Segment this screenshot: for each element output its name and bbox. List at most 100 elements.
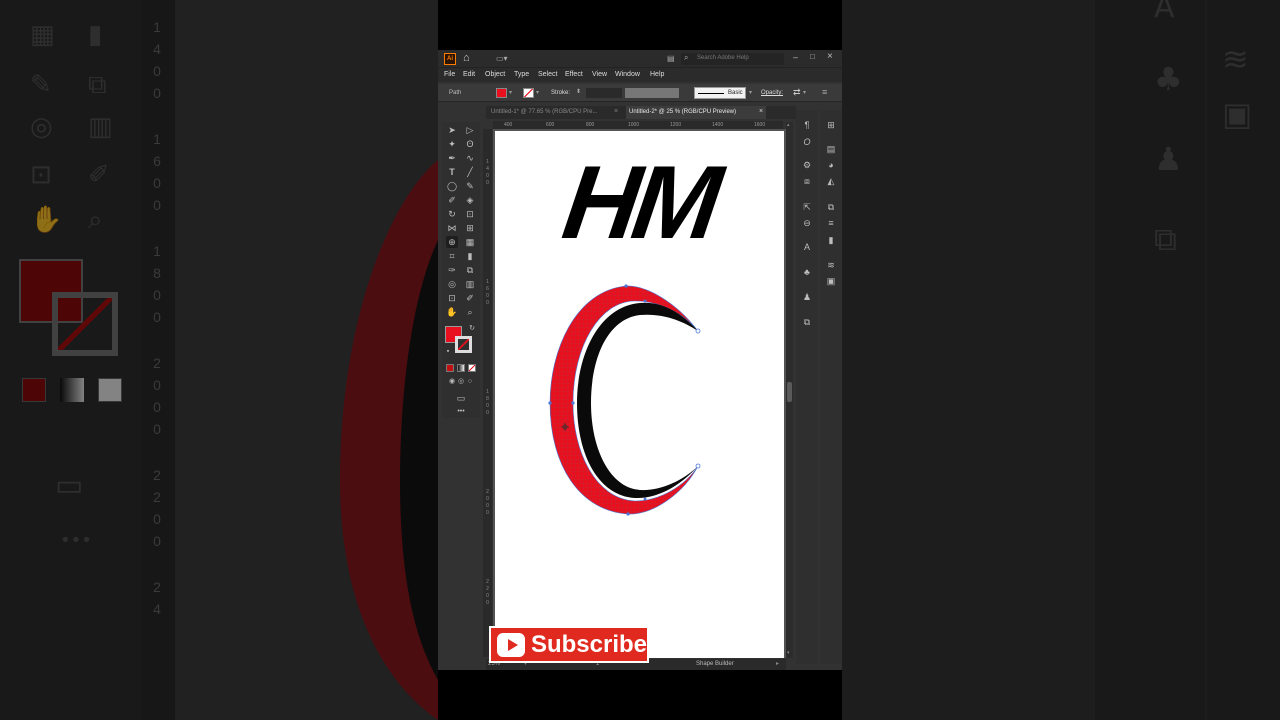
tab-untitled-2[interactable]: Untitled-2* @ 25 % (RGB/CPU Preview) (626, 106, 766, 119)
color-mode-button[interactable] (446, 364, 454, 372)
blend-tool-icon[interactable]: ⧉ (464, 264, 476, 276)
vertical-scrollbar[interactable]: ▴ ▾ (786, 122, 793, 658)
ruler-tick: 0 (486, 300, 489, 306)
variable-width-profile[interactable] (625, 88, 679, 98)
recolor-panel-icon[interactable]: ⚙ (801, 160, 813, 170)
eyedropper-tool-icon[interactable]: ✑ (446, 264, 458, 276)
scroll-down-icon[interactable]: ▾ (787, 650, 790, 656)
swap-colors-icon[interactable]: ↻ (466, 323, 478, 335)
selection-tool-icon[interactable]: ➤ (446, 124, 458, 136)
rotate-tool-icon[interactable]: ↻ (446, 208, 458, 220)
gradient-mode-button[interactable] (457, 364, 465, 372)
maximize-button[interactable]: □ (810, 52, 815, 61)
paintbrush-tool-icon[interactable]: ✎ (464, 180, 476, 192)
menu-window[interactable]: Window (615, 71, 640, 78)
status-menu-icon[interactable]: ▸ (776, 659, 779, 670)
arrange-documents-icon[interactable]: ▤ (667, 54, 675, 63)
magic-wand-tool-icon[interactable]: ✦ (446, 138, 458, 150)
close-button[interactable]: × (827, 51, 833, 62)
minimize-button[interactable]: – (793, 52, 798, 62)
ellipse-tool-icon[interactable]: ◯ (446, 180, 458, 192)
search-box[interactable]: ⌕ Search Adobe Help (681, 53, 784, 65)
curvature-tool-icon[interactable]: ∿ (464, 152, 476, 164)
color-icon[interactable]: ◕ (825, 160, 837, 170)
symbol-sprayer-tool-icon[interactable]: ◎ (446, 278, 458, 290)
stroke-weight-input[interactable] (586, 88, 622, 98)
shaper-tool-icon[interactable]: ✐ (446, 194, 458, 206)
transform-icon[interactable]: ⧉ (825, 202, 837, 212)
brush-dropdown-icon[interactable]: ▾ (749, 89, 752, 96)
color-guide-icon[interactable]: ◭ (825, 176, 837, 186)
gradient-panel-icon[interactable]: ▮ (825, 235, 837, 245)
character-icon[interactable]: A (801, 242, 813, 252)
menu-object[interactable]: Object (485, 71, 505, 78)
width-tool-icon[interactable]: ⋈ (446, 222, 458, 234)
zoom-tool-icon[interactable]: ⌕ (464, 306, 476, 318)
menu-type[interactable]: Type (514, 71, 529, 78)
default-colors-icon[interactable]: ▪ (442, 346, 454, 358)
ruler-tick: 1200 (670, 122, 682, 128)
c-shape-artwork[interactable] (495, 131, 784, 658)
links-icon[interactable]: ⊖ (801, 218, 813, 228)
image-trace-icon[interactable]: ⧈ (801, 176, 813, 186)
hand-tool-icon[interactable]: ✋ (446, 306, 458, 318)
export-icon[interactable]: ⇱ (801, 202, 813, 212)
subscribe-button[interactable]: Subscribe (489, 626, 649, 663)
scroll-up-icon[interactable]: ▴ (787, 122, 790, 128)
opacity-label[interactable]: Opacity: (761, 90, 783, 96)
home-icon[interactable]: ⌂ (463, 52, 470, 64)
opentype-icon[interactable]: O (801, 137, 813, 147)
paragraph-icon[interactable]: ¶ (801, 120, 813, 130)
stroke-weight-stepper[interactable]: ⬍ (576, 88, 584, 98)
none-mode-button[interactable] (468, 364, 476, 372)
pathfinder-icon[interactable]: ⧉ (801, 317, 813, 327)
menu-file[interactable]: File (444, 71, 455, 78)
direct-selection-tool-icon[interactable]: ▷ (464, 124, 476, 136)
gradient-tool-icon[interactable]: ▮ (464, 250, 476, 262)
panel-menu-icon[interactable]: ≡ (822, 87, 827, 97)
menu-help[interactable]: Help (650, 71, 664, 78)
stroke-color-box[interactable] (455, 336, 472, 353)
menu-effect[interactable]: Effect (565, 71, 583, 78)
free-transform-tool-icon[interactable]: ⊞ (464, 222, 476, 234)
column-graph-tool-icon[interactable]: ▥ (464, 278, 476, 290)
symbols-icon[interactable]: ♣ (801, 267, 813, 277)
properties-icon[interactable]: ⊞ (825, 120, 837, 130)
eraser-tool-icon[interactable]: ◈ (464, 194, 476, 206)
menu-select[interactable]: Select (538, 71, 557, 78)
line-tool-icon[interactable]: ╱ (464, 166, 476, 178)
recolor-dropdown-icon[interactable]: ▾ (803, 89, 806, 96)
scroll-thumb[interactable] (787, 382, 792, 402)
menu-edit[interactable]: Edit (463, 71, 475, 78)
fill-color-swatch[interactable] (496, 88, 507, 98)
tab-untitled-1[interactable]: Untitled-1* @ 77.65 % (RGB/CPU Pre... (488, 106, 625, 119)
workspace-switcher-icon[interactable]: ▭▾ (496, 54, 508, 63)
draw-inside-icon[interactable]: ○ (464, 376, 476, 388)
layers-icon[interactable]: ≋ (825, 260, 837, 270)
recolor-icon[interactable]: ⇄ (793, 87, 801, 98)
pen-tool-icon[interactable]: ✒ (446, 152, 458, 164)
stroke-color-swatch[interactable] (523, 88, 534, 98)
align-icon[interactable]: ≡ (825, 218, 837, 228)
artboard-tool-icon[interactable]: ⊡ (446, 292, 458, 304)
puppet-warp-icon[interactable]: ♟ (801, 292, 813, 302)
type-tool-icon[interactable]: T (446, 166, 458, 178)
mesh-tool-icon[interactable]: ⌗ (446, 250, 458, 262)
slice-tool-icon[interactable]: ✐ (464, 292, 476, 304)
perspective-grid-tool-icon[interactable]: ▦ (464, 236, 476, 248)
lasso-tool-icon[interactable]: ʘ (464, 138, 476, 150)
fill-dropdown-icon[interactable]: ▾ (509, 89, 512, 96)
stroke-dropdown-icon[interactable]: ▾ (536, 89, 539, 96)
brush-definition[interactable]: Basic (694, 87, 746, 99)
swatches-icon[interactable]: ▤ (825, 144, 837, 154)
menu-view[interactable]: View (592, 71, 607, 78)
tab-close-icon[interactable]: × (759, 108, 763, 115)
tab-close-icon[interactable]: × (614, 108, 618, 115)
asset-export-icon[interactable]: ▣ (825, 276, 837, 286)
shape-builder-tool-icon[interactable]: ⊕ (446, 236, 458, 248)
edit-toolbar-icon[interactable]: ••• (455, 406, 467, 418)
screen-mode-icon[interactable]: ▭ (455, 392, 467, 404)
artboard[interactable]: HM (495, 131, 784, 658)
scale-tool-icon[interactable]: ⊡ (464, 208, 476, 220)
ruler-tick: 0 (486, 496, 489, 502)
